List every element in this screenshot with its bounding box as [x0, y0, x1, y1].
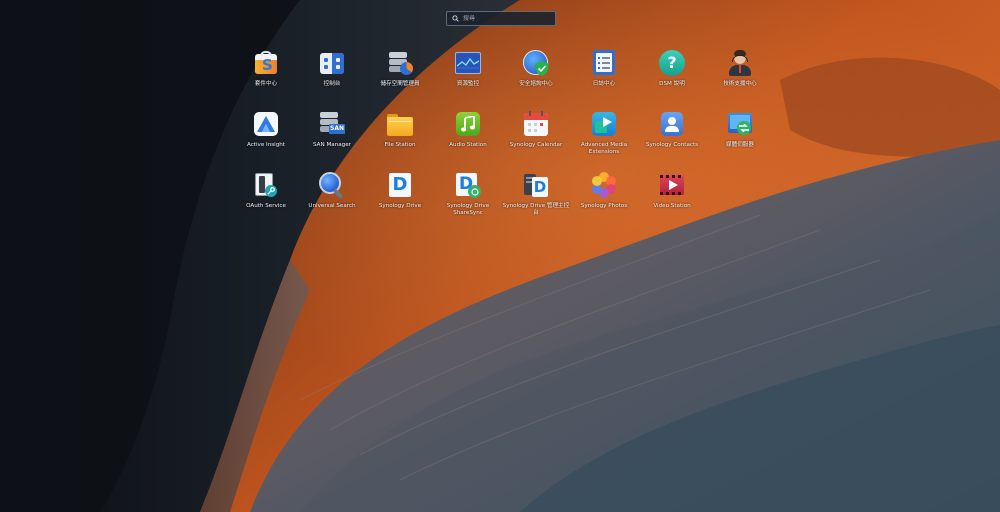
storage-manager-icon — [387, 50, 413, 76]
app-label: Synology Drive — [378, 203, 422, 209]
app-resource-monitor[interactable]: 資源監控 — [434, 50, 502, 88]
app-label: File Station — [384, 142, 416, 148]
app-label: 資源監控 — [456, 81, 480, 87]
app-universal-search[interactable]: Universal Search — [298, 172, 366, 210]
app-label: Audio Station — [449, 142, 487, 148]
app-active-insight[interactable]: Active Insight — [232, 111, 300, 149]
synology-drive-sharesync-icon: D — [455, 172, 481, 198]
app-san-manager[interactable]: SAN SAN Manager — [298, 111, 366, 149]
app-oauth-service[interactable]: OAuth Service — [232, 172, 300, 210]
search-bar[interactable] — [446, 11, 556, 26]
app-audio-station[interactable]: Audio Station — [434, 111, 502, 149]
app-label: 控制台 — [323, 81, 341, 87]
app-label: Advanced Media Extensions — [580, 142, 628, 155]
app-label: Synology Drive ShareSync — [446, 203, 490, 216]
search-icon — [452, 15, 459, 22]
app-synology-drive-sharesync[interactable]: D Synology Drive ShareSync — [434, 172, 502, 217]
app-dsm-help[interactable]: ? DSM 說明 — [638, 50, 706, 88]
app-label: Synology Contacts — [645, 142, 699, 148]
audio-station-icon — [455, 111, 481, 137]
synology-calendar-icon — [523, 111, 549, 137]
app-label: 套件中心 — [254, 81, 278, 87]
synology-drive-icon: D — [387, 172, 413, 198]
app-file-station[interactable]: File Station — [366, 111, 434, 149]
app-support-center[interactable]: 技術支援中心 — [706, 50, 774, 88]
app-synology-calendar[interactable]: Synology Calendar — [502, 111, 570, 149]
package-center-icon: S — [253, 50, 279, 76]
oauth-service-icon — [253, 172, 279, 198]
app-label: Synology Photos — [580, 203, 628, 209]
app-label: Active Insight — [246, 142, 286, 148]
app-label: Synology Drive 管理主控台 — [502, 203, 570, 216]
synology-drive-admin-console-icon: D — [523, 172, 549, 198]
app-label: Video Station — [653, 203, 691, 209]
app-log-center[interactable]: 日誌中心 — [570, 50, 638, 88]
app-label: SAN Manager — [313, 142, 351, 148]
app-video-station[interactable]: Video Station — [638, 172, 706, 210]
app-label: OAuth Service — [246, 203, 286, 209]
app-synology-photos[interactable]: Synology Photos — [570, 172, 638, 210]
san-manager-icon: SAN — [319, 111, 345, 137]
security-advisor-icon — [523, 50, 549, 76]
app-media-server[interactable]: 媒體伺服器 — [706, 111, 774, 149]
app-control-panel[interactable]: 控制台 — [298, 50, 366, 88]
app-security-advisor[interactable]: 安全諮詢中心 — [502, 50, 570, 88]
app-label: 媒體伺服器 — [726, 142, 754, 148]
media-server-icon — [727, 111, 753, 137]
support-center-icon — [727, 50, 753, 76]
app-synology-drive-admin-console[interactable]: D Synology Drive 管理主控台 — [502, 172, 570, 217]
app-label: 日誌中心 — [592, 81, 616, 87]
app-label: DSM 說明 — [659, 81, 685, 87]
app-package-center[interactable]: S 套件中心 — [232, 50, 300, 88]
app-label: 儲存空間管理員 — [380, 81, 420, 87]
file-station-icon — [387, 111, 413, 137]
app-synology-drive[interactable]: D Synology Drive — [366, 172, 434, 210]
synology-contacts-icon — [659, 111, 685, 137]
app-advanced-media-extensions[interactable]: Advanced Media Extensions — [570, 111, 638, 156]
universal-search-icon — [319, 172, 345, 199]
app-label: 安全諮詢中心 — [519, 81, 553, 87]
search-input[interactable] — [463, 15, 553, 22]
resource-monitor-icon — [455, 50, 481, 76]
video-station-icon — [659, 172, 685, 198]
app-label: 技術支援中心 — [723, 81, 757, 87]
control-panel-icon — [319, 50, 345, 76]
advanced-media-extensions-icon — [591, 111, 617, 137]
app-synology-contacts[interactable]: Synology Contacts — [638, 111, 706, 149]
app-storage-manager[interactable]: 儲存空間管理員 — [366, 50, 434, 88]
app-label: Universal Search — [308, 203, 356, 209]
app-label: Synology Calendar — [509, 142, 563, 148]
dsm-help-icon: ? — [659, 50, 685, 76]
active-insight-icon — [253, 111, 279, 137]
synology-photos-icon — [591, 172, 617, 198]
log-center-icon — [591, 50, 617, 76]
